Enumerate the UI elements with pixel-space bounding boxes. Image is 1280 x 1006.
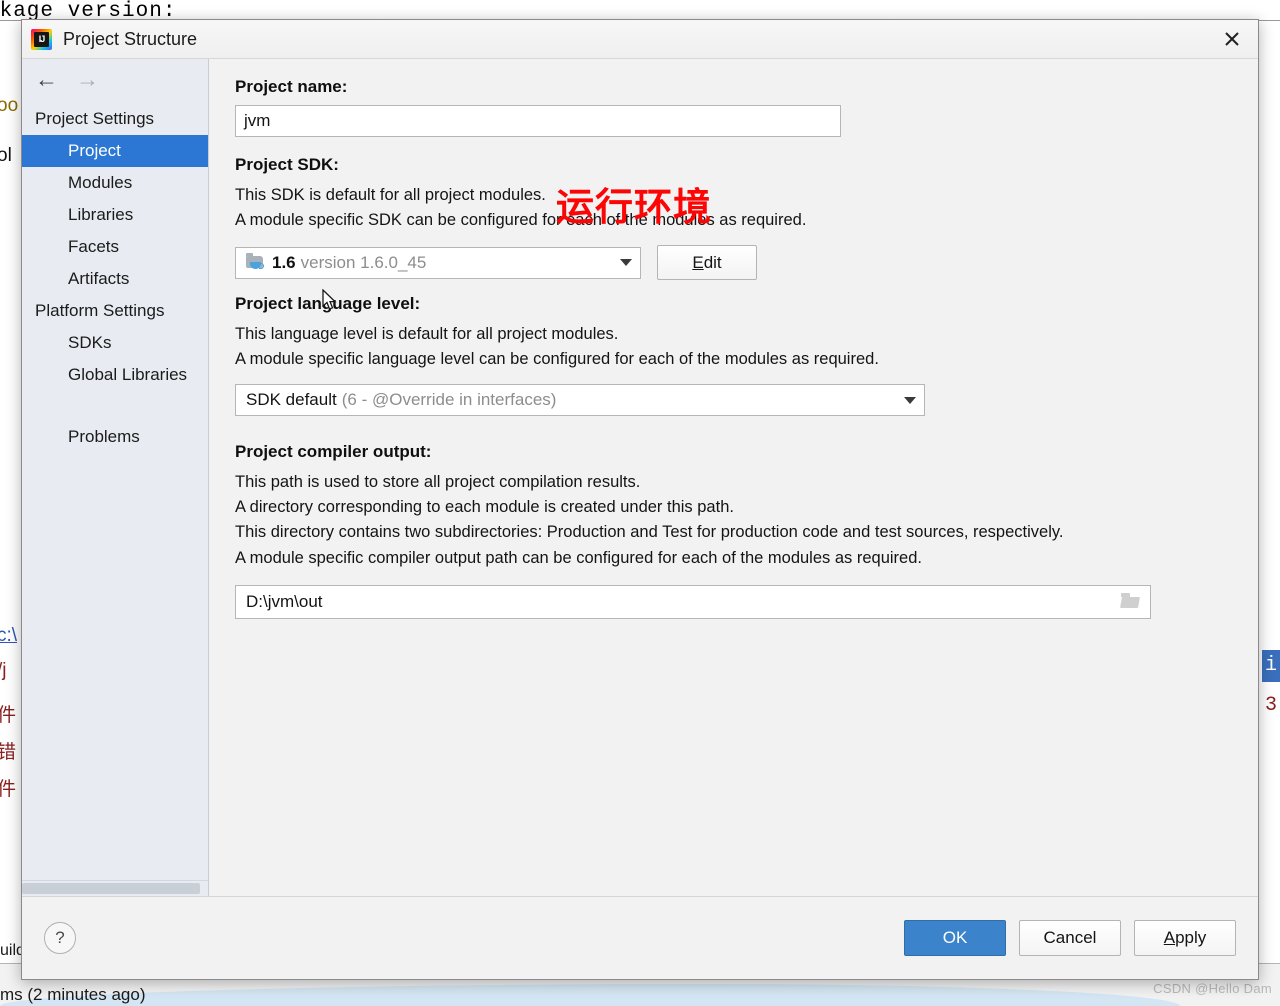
background-left-fragment: 件	[0, 705, 17, 726]
project-name-label: Project name:	[235, 77, 348, 96]
background-left-fragment: ol	[0, 145, 12, 166]
sidebar-item-global-libraries[interactable]: Global Libraries	[22, 359, 208, 391]
help-button[interactable]: ?	[44, 922, 76, 954]
language-level-combobox[interactable]: SDK default (6 - @Override in interfaces…	[235, 384, 925, 417]
dialog-title: Project Structure	[63, 28, 198, 49]
sidebar-item-facets[interactable]: Facets	[22, 231, 208, 263]
java-sdk-folder-icon	[246, 252, 265, 271]
apply-button-rest: pply	[1175, 928, 1207, 947]
background-left-fragment: 件	[0, 779, 17, 800]
sidebar-item-artifacts[interactable]: Artifacts	[22, 263, 208, 295]
compiler-output-desc-2: A directory corresponding to each module…	[235, 498, 734, 517]
compiler-output-desc-1: This path is used to store all project c…	[235, 473, 641, 492]
background-left-fragment: 错	[0, 742, 17, 763]
sidebar-separator	[22, 391, 208, 421]
chevron-down-icon[interactable]	[620, 259, 632, 267]
dialog-body: ← → Project Settings Project Modules Lib…	[22, 59, 1258, 896]
background-left-fragment: /j	[0, 660, 7, 681]
project-sdk-desc-2: A module specific SDK can be configured …	[235, 211, 807, 230]
sidebar-item-project[interactable]: Project	[22, 135, 208, 167]
sidebar-group-project-settings: Project Settings	[35, 109, 155, 128]
chevron-down-icon[interactable]	[904, 396, 916, 404]
footer-button-group: OK Cancel Apply	[904, 920, 1236, 956]
close-icon[interactable]	[1206, 20, 1258, 57]
sidebar-nav-row: ← →	[22, 59, 208, 99]
sidebar-scrollbar-thumb[interactable]	[22, 883, 200, 894]
edit-sdk-button[interactable]: Edit	[657, 245, 757, 281]
settings-sidebar: ← → Project Settings Project Modules Lib…	[22, 59, 209, 896]
project-settings-pane: Project name: jvm Project SDK: This SDK …	[209, 59, 1258, 896]
apply-button[interactable]: Apply	[1134, 920, 1236, 956]
project-sdk-version: version 1.6.0_45	[300, 252, 427, 272]
compiler-output-path-value: D:\jvm\out	[246, 591, 323, 611]
sidebar-item-libraries[interactable]: Libraries	[22, 199, 208, 231]
settings-tree: Project Settings Project Modules Librari…	[22, 99, 208, 896]
sidebar-item-modules[interactable]: Modules	[22, 167, 208, 199]
project-sdk-combobox[interactable]: 1.6 version 1.6.0_45	[235, 246, 641, 279]
language-level-desc-1: This language level is default for all p…	[235, 325, 619, 344]
apply-button-accel: A	[1163, 928, 1176, 947]
background-left-fragment: oo	[0, 95, 19, 116]
intellij-idea-icon: IJ	[31, 28, 52, 50]
background-right-selection: i	[1262, 650, 1280, 682]
status-bar-text: ms (2 minutes ago)	[0, 985, 146, 1004]
ok-button[interactable]: OK	[904, 920, 1006, 956]
annotation-runtime-environment: 运行环境	[556, 187, 713, 229]
project-sdk-row: 1.6 version 1.6.0_45 Edit	[235, 245, 1234, 281]
language-level-value: SDK default	[246, 390, 337, 410]
compiler-output-path-field[interactable]: D:\jvm\out	[235, 584, 1151, 619]
language-level-label: Project language level:	[235, 294, 421, 314]
cancel-button[interactable]: Cancel	[1019, 920, 1121, 956]
sidebar-group-platform-settings: Platform Settings	[35, 301, 165, 320]
edit-button-accel: E	[692, 252, 704, 272]
arrow-left-icon[interactable]: ←	[35, 67, 58, 91]
edit-button-rest: dit	[703, 252, 722, 272]
compiler-output-desc-4: A module specific compiler output path c…	[235, 548, 922, 567]
project-sdk-label: Project SDK:	[235, 155, 339, 174]
sidebar-item-problems[interactable]: Problems	[22, 421, 208, 453]
folder-browse-icon[interactable]	[1120, 593, 1142, 610]
language-level-detail: (6 - @Override in interfaces)	[341, 390, 557, 410]
project-name-input[interactable]: jvm	[235, 105, 841, 137]
language-level-desc-2: A module specific language level can be …	[235, 350, 879, 369]
background-right-number: 3	[1264, 694, 1277, 717]
project-structure-dialog: IJ Project Structure ← → Project Setting…	[21, 19, 1259, 980]
project-sdk-name: 1.6	[272, 252, 296, 272]
sidebar-item-sdks[interactable]: SDKs	[22, 327, 208, 359]
project-sdk-desc-1: This SDK is default for all project modu…	[235, 186, 546, 204]
csdn-watermark: CSDN @Hello Dam	[1153, 981, 1272, 996]
background-left-fragment: c:\	[0, 625, 18, 646]
compiler-output-label: Project compiler output:	[235, 442, 432, 462]
arrow-right-icon[interactable]: →	[76, 67, 99, 91]
dialog-titlebar: IJ Project Structure	[22, 20, 1258, 59]
compiler-output-desc-3: This directory contains two subdirectori…	[235, 523, 1064, 542]
dialog-footer: ? OK Cancel Apply	[22, 896, 1258, 979]
sidebar-horizontal-scrollbar[interactable]	[22, 880, 208, 896]
